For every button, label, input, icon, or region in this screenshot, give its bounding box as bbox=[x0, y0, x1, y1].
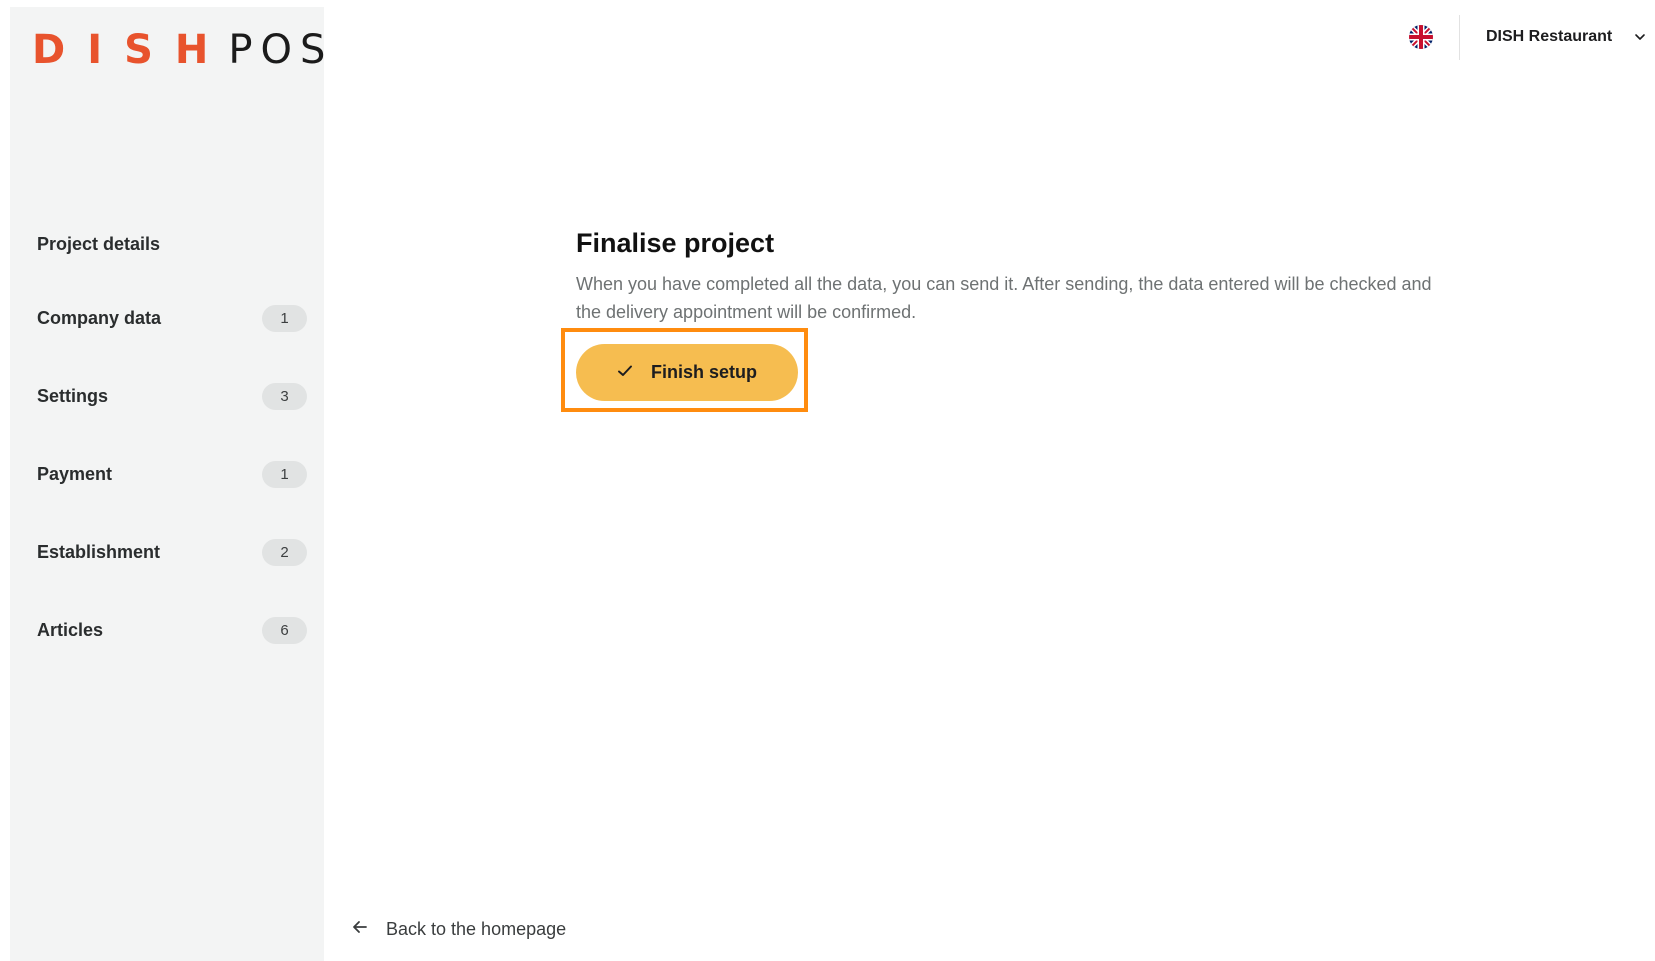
sidebar-item-label: Articles bbox=[37, 619, 104, 640]
sidebar-item-label: Payment bbox=[37, 463, 113, 484]
chevron-down-icon bbox=[1634, 31, 1646, 43]
logo-brand: DISH bbox=[32, 27, 231, 73]
account-menu[interactable]: DISH Restaurant bbox=[1486, 24, 1646, 50]
arrow-left-icon bbox=[352, 920, 368, 939]
topbar-divider bbox=[1459, 15, 1460, 60]
count-badge: 2 bbox=[262, 538, 307, 566]
sidebar-item-label: Settings bbox=[37, 385, 109, 406]
count-badge: 1 bbox=[262, 460, 307, 488]
sidebar: DISH POS Project details Company data 1 … bbox=[10, 7, 325, 961]
back-to-homepage-link[interactable]: Back to the homepage bbox=[352, 915, 566, 943]
sidebar-item-project-details[interactable]: Project details bbox=[37, 230, 307, 258]
account-name: DISH Restaurant bbox=[1486, 28, 1613, 45]
logo-product: POS bbox=[228, 27, 334, 73]
dish-pos-logo[interactable]: DISH POS bbox=[32, 27, 333, 73]
sidebar-item-establishment[interactable]: Establishment 2 bbox=[37, 538, 307, 566]
sidebar-item-payment[interactable]: Payment 1 bbox=[37, 460, 307, 488]
sidebar-item-articles[interactable]: Articles 6 bbox=[37, 616, 307, 644]
finish-setup-label: Finish setup bbox=[650, 362, 757, 382]
sidebar-item-company-data[interactable]: Company data 1 bbox=[37, 304, 307, 332]
sidebar-item-label: Establishment bbox=[37, 541, 161, 562]
finish-setup-button[interactable]: Finish setup bbox=[576, 344, 798, 401]
count-badge: 3 bbox=[262, 382, 307, 410]
sidebar-item-settings[interactable]: Settings 3 bbox=[37, 382, 307, 410]
count-badge: 6 bbox=[262, 616, 307, 644]
count-badge: 1 bbox=[262, 304, 307, 332]
sidebar-item-label: Company data bbox=[37, 307, 162, 328]
uk-flag-icon[interactable] bbox=[1409, 25, 1433, 49]
page-description: When you have completed all the data, yo… bbox=[576, 274, 1432, 322]
back-link-label: Back to the homepage bbox=[386, 918, 567, 939]
page-title: Finalise project bbox=[576, 228, 775, 258]
sidebar-item-label: Project details bbox=[37, 233, 161, 254]
check-icon bbox=[617, 364, 633, 381]
